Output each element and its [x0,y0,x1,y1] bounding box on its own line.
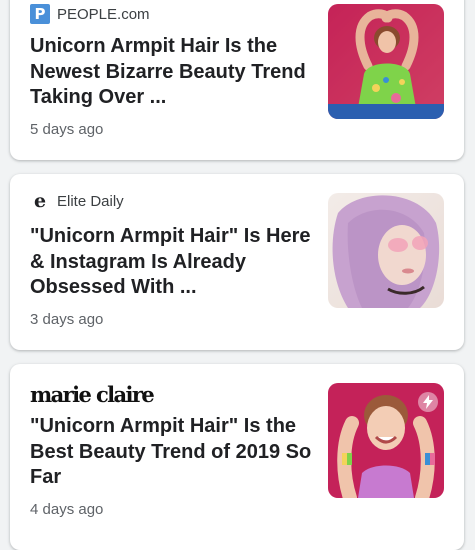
marie-claire-logo: marie claire [30,381,155,407]
amp-lightning-icon [418,392,438,412]
news-card[interactable]: marie claire "Unicorn Armpit Hair" Is th… [10,364,464,550]
article-headline[interactable]: "Unicorn Armpit Hair" Is the Best Beauty… [30,414,315,491]
news-card[interactable]: e Elite Daily "Unicorn Armpit Hair" Is H… [10,174,464,350]
article-thumbnail[interactable] [328,383,444,498]
article-thumbnail[interactable] [328,193,444,308]
article-headline[interactable]: "Unicorn Armpit Hair" Is Here & Instagra… [30,224,315,301]
news-card[interactable]: P PEOPLE.com Unicorn Armpit Hair Is the … [10,0,464,160]
source-name: Elite Daily [57,192,124,210]
article-headline[interactable]: Unicorn Armpit Hair Is the Newest Bizarr… [30,34,315,111]
news-source: marie claire [30,381,155,405]
article-thumbnail[interactable] [328,4,444,119]
article-age: 4 days ago [30,501,104,518]
elite-daily-logo-icon: e [33,189,47,212]
source-name: PEOPLE.com [57,5,150,23]
news-source: P PEOPLE.com [30,4,150,24]
news-source: e Elite Daily [30,191,124,211]
people-logo-icon: P [30,4,50,24]
article-age: 5 days ago [30,121,104,138]
article-age: 3 days ago [30,311,104,328]
